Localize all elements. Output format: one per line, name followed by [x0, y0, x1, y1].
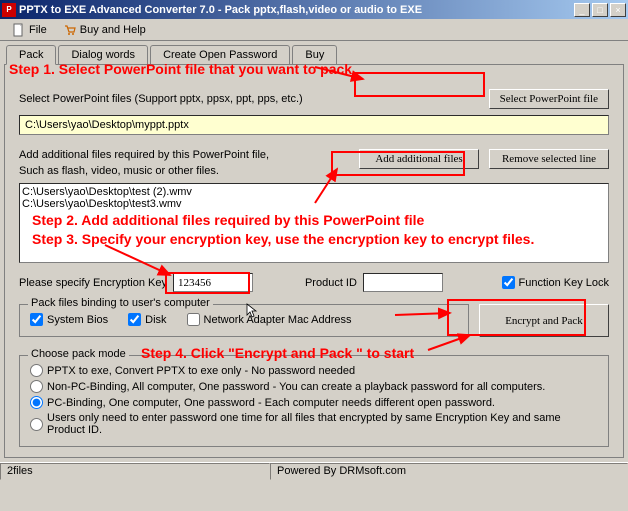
select-ppt-button[interactable]: Select PowerPoint file — [489, 89, 609, 109]
menu-buyhelp-label: Buy and Help — [80, 24, 146, 36]
bind-sysbios-input[interactable] — [30, 313, 43, 326]
file-icon — [12, 23, 26, 37]
function-key-lock-label: Function Key Lock — [519, 277, 610, 289]
encrypt-pack-button[interactable]: Encrypt and Pack — [479, 304, 609, 337]
close-button[interactable]: × — [610, 3, 626, 17]
tab-pack[interactable]: Pack — [6, 45, 56, 65]
add-files-label1: Add additional files required by this Po… — [19, 149, 359, 161]
tab-dialog-words[interactable]: Dialog words — [58, 45, 148, 65]
app-icon: P — [2, 3, 16, 17]
encryption-key-label: Please specify Encryption Key — [19, 277, 167, 289]
binding-group: Pack files binding to user's computer Sy… — [19, 304, 469, 337]
encryption-key-input[interactable] — [173, 273, 253, 292]
product-id-input[interactable] — [363, 273, 443, 292]
mode-pc-binding[interactable]: PC-Binding, One computer, One password -… — [30, 396, 598, 409]
status-left: 2files — [0, 463, 270, 480]
function-key-lock-input[interactable] — [502, 276, 515, 289]
window-title: PPTX to EXE Advanced Converter 7.0 - Pac… — [19, 4, 572, 16]
list-item[interactable]: C:\Users\yao\Desktop\test (2).wmv — [22, 186, 606, 198]
function-key-lock-checkbox[interactable]: Function Key Lock — [502, 276, 610, 289]
tab-buy[interactable]: Buy — [292, 45, 337, 65]
mode-group: Choose pack mode PPTX to exe, Convert PP… — [19, 355, 609, 447]
bind-mac-checkbox[interactable]: Network Adapter Mac Address — [187, 313, 352, 326]
tab-content-pack: Step 1. Select PowerPoint file that you … — [4, 64, 624, 458]
annotation-step2: Step 2. Add additional files required by… — [32, 212, 424, 228]
list-item[interactable]: C:\Users\yao\Desktop\test3.wmv — [22, 198, 606, 210]
bind-mac-input[interactable] — [187, 313, 200, 326]
menu-buy-help[interactable]: Buy and Help — [55, 21, 154, 39]
product-id-label: Product ID — [305, 277, 357, 289]
add-files-label2: Such as flash, video, music or other fil… — [19, 165, 359, 177]
cart-icon — [63, 23, 77, 37]
menubar: File Buy and Help — [0, 19, 628, 41]
mode-non-pc-binding[interactable]: Non-PC-Binding, All computer, One passwo… — [30, 380, 598, 393]
tab-create-password[interactable]: Create Open Password — [150, 45, 290, 65]
bind-disk-checkbox[interactable]: Disk — [128, 313, 166, 326]
titlebar: P PPTX to EXE Advanced Converter 7.0 - P… — [0, 0, 628, 19]
menu-file-label: File — [29, 24, 47, 36]
statusbar: 2files Powered By DRMsoft.com — [0, 462, 628, 480]
add-files-button[interactable]: Add additional files — [359, 149, 479, 169]
bind-sysbios-checkbox[interactable]: System Bios — [30, 313, 108, 326]
select-ppt-label: Select PowerPoint files (Support pptx, p… — [19, 93, 489, 105]
mode-group-title: Choose pack mode — [28, 348, 129, 360]
mode-one-time[interactable]: Users only need to enter password one ti… — [30, 412, 598, 436]
menu-file[interactable]: File — [4, 21, 55, 39]
minimize-button[interactable]: _ — [574, 3, 590, 17]
bind-disk-input[interactable] — [128, 313, 141, 326]
mode-pptx-exe[interactable]: PPTX to exe, Convert PPTX to exe only - … — [30, 364, 598, 377]
tab-row: Pack Dialog words Create Open Password B… — [0, 44, 628, 64]
annotation-step1: Step 1. Select PowerPoint file that you … — [9, 61, 356, 77]
ppt-path-display: C:\Users\yao\Desktop\myppt.pptx — [19, 115, 609, 135]
binding-group-title: Pack files binding to user's computer — [28, 297, 213, 309]
remove-line-button[interactable]: Remove selected line — [489, 149, 609, 169]
additional-files-list[interactable]: C:\Users\yao\Desktop\test (2).wmv C:\Use… — [19, 183, 609, 263]
status-right: Powered By DRMsoft.com — [270, 463, 628, 480]
annotation-step3: Step 3. Specify your encryption key, use… — [32, 231, 592, 247]
maximize-button[interactable]: □ — [592, 3, 608, 17]
